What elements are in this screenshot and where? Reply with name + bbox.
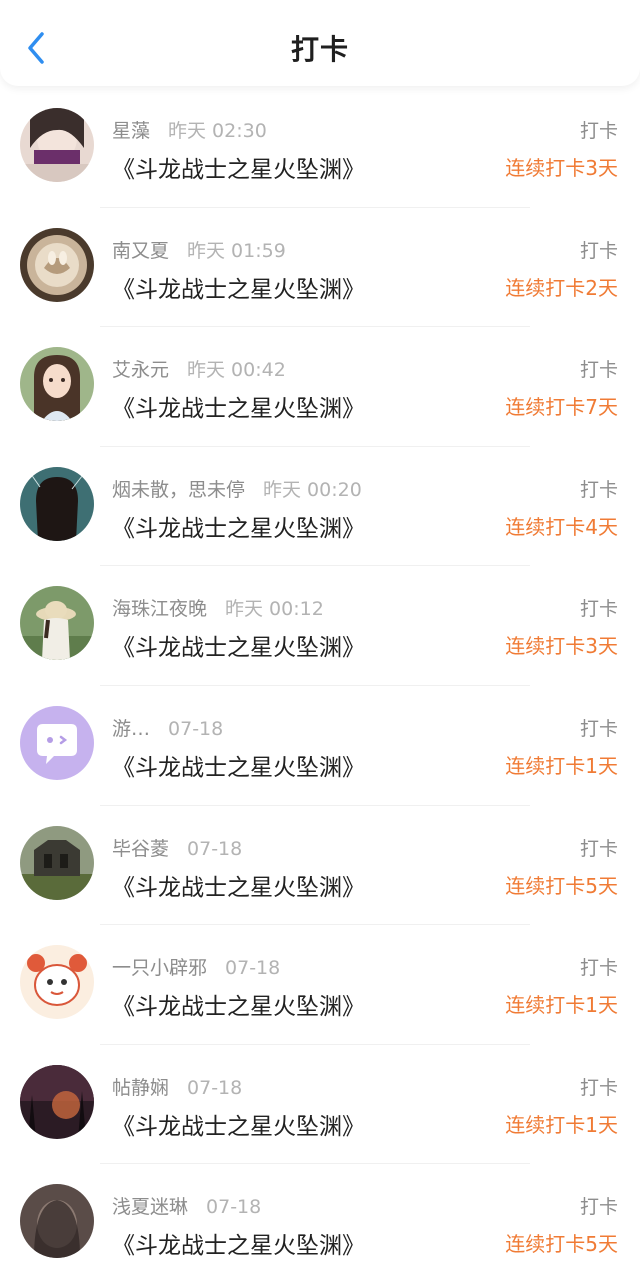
checkin-meta: 烟未散，思未停 昨天 00:20 <box>112 475 362 502</box>
checkin-meta: 毕谷菱 07-18 <box>112 834 242 861</box>
book-title[interactable]: 《斗龙战士之星火坠渊》 <box>112 150 365 184</box>
user-name[interactable]: 星藻 <box>112 120 150 142</box>
page-title: 打卡 <box>290 33 349 66</box>
streak-label: 连续打卡1天 <box>505 753 618 778</box>
user-name[interactable]: 海珠江夜晚 <box>112 598 207 620</box>
book-title[interactable]: 《斗龙战士之星火坠渊》 <box>112 270 365 304</box>
checkin-time: 昨天 01:59 <box>187 239 286 262</box>
streak-label: 连续打卡4天 <box>505 514 618 539</box>
checkin-time: 07-18 <box>187 837 243 860</box>
checkin-meta: 游… 07-18 <box>112 714 223 741</box>
streak-label: 连续打卡3天 <box>505 156 618 180</box>
checkin-label: 打卡 <box>579 239 618 262</box>
book-title[interactable]: 《斗龙战士之星火坠渊》 <box>112 1226 365 1260</box>
user-avatar[interactable] <box>20 466 94 541</box>
streak-label: 连续打卡5天 <box>505 873 618 898</box>
book-title[interactable]: 《斗龙战士之星火坠渊》 <box>112 868 365 902</box>
user-avatar[interactable] <box>20 586 94 661</box>
user-name[interactable]: 游… <box>112 718 150 740</box>
user-avatar[interactable] <box>20 945 94 1020</box>
book-title[interactable]: 《斗龙战士之星火坠渊》 <box>112 509 365 543</box>
checkin-meta: 帖静娴 07-18 <box>112 1073 242 1100</box>
streak-label: 连续打卡5天 <box>505 1232 618 1257</box>
checkin-time: 昨天 00:42 <box>187 359 286 382</box>
checkin-label: 打卡 <box>579 598 618 621</box>
checkin-meta: 南又夏 昨天 01:59 <box>112 236 286 263</box>
list-item[interactable]: 烟未散，思未停 昨天 00:20 《斗龙战士之星火坠渊》 打卡 连续打卡4天 <box>0 447 640 567</box>
list-item[interactable]: 海珠江夜晚 昨天 00:12 《斗龙战士之星火坠渊》 打卡 连续打卡3天 <box>0 566 640 686</box>
checkin-time: 07-18 <box>187 1076 243 1099</box>
streak-label: 连续打卡1天 <box>505 993 618 1018</box>
list-item[interactable]: 星藻 昨天 02:30 《斗龙战士之星火坠渊》 打卡 连续打卡3天 <box>0 88 640 208</box>
user-name[interactable]: 南又夏 <box>112 240 169 262</box>
checkin-meta: 一只小辟邪 07-18 <box>112 953 280 980</box>
checkin-meta: 艾永元 昨天 00:42 <box>112 355 286 382</box>
user-avatar[interactable] <box>20 825 94 900</box>
book-title[interactable]: 《斗龙战士之星火坠渊》 <box>112 987 365 1021</box>
checkin-list: 星藻 昨天 02:30 《斗龙战士之星火坠渊》 打卡 连续打卡3天 南又夏 昨天 0… <box>0 88 640 1284</box>
streak-label: 连续打卡3天 <box>505 634 618 659</box>
checkin-label: 打卡 <box>579 120 618 142</box>
user-avatar[interactable] <box>20 347 94 422</box>
list-item[interactable]: 毕谷菱 07-18 《斗龙战士之星火坠渊》 打卡 连续打卡5天 <box>0 806 640 926</box>
checkin-time: 07-18 <box>225 957 281 980</box>
checkin-time: 昨天 00:20 <box>263 478 362 501</box>
checkin-label: 打卡 <box>579 478 618 501</box>
book-title[interactable]: 《斗龙战士之星火坠渊》 <box>112 389 365 423</box>
checkin-label: 打卡 <box>579 717 618 740</box>
checkin-label: 打卡 <box>579 957 618 980</box>
checkin-meta: 海珠江夜晚 昨天 00:12 <box>112 594 324 621</box>
checkin-label: 打卡 <box>579 359 618 382</box>
list-item[interactable]: 一只小辟邪 07-18 《斗龙战士之星火坠渊》 打卡 连续打卡1天 <box>0 925 640 1045</box>
book-title[interactable]: 《斗龙战士之星火坠渊》 <box>112 748 365 782</box>
user-avatar[interactable] <box>20 227 94 302</box>
user-name[interactable]: 帖静娴 <box>112 1077 169 1099</box>
list-item[interactable]: 南又夏 昨天 01:59 《斗龙战士之星火坠渊》 打卡 连续打卡2天 <box>0 208 640 328</box>
user-name[interactable]: 毕谷菱 <box>112 838 169 860</box>
user-name[interactable]: 艾永元 <box>112 359 169 381</box>
checkin-label: 打卡 <box>579 1076 618 1099</box>
checkin-meta: 星藻 昨天 02:30 <box>112 116 267 143</box>
checkin-time: 昨天 00:12 <box>225 598 324 621</box>
user-name[interactable]: 一只小辟邪 <box>112 957 207 979</box>
user-avatar[interactable] <box>20 1064 94 1139</box>
checkin-time: 昨天 02:30 <box>168 120 267 142</box>
checkin-label: 打卡 <box>579 1196 618 1219</box>
streak-label: 连续打卡2天 <box>505 275 618 300</box>
checkin-meta: 浅夏迷琳 07-18 <box>112 1192 261 1219</box>
checkin-time: 07-18 <box>206 1196 262 1219</box>
checkin-time: 07-18 <box>168 717 224 740</box>
book-title[interactable]: 《斗龙战士之星火坠渊》 <box>112 1107 365 1141</box>
streak-label: 连续打卡1天 <box>505 1112 618 1137</box>
list-item[interactable]: 艾永元 昨天 00:42 《斗龙战士之星火坠渊》 打卡 连续打卡7天 <box>0 327 640 447</box>
user-avatar[interactable] <box>20 1184 94 1259</box>
checkin-label: 打卡 <box>579 837 618 860</box>
user-avatar[interactable] <box>20 108 94 182</box>
streak-label: 连续打卡7天 <box>505 395 618 420</box>
list-item[interactable]: 游… 07-18 《斗龙战士之星火坠渊》 打卡 连续打卡1天 <box>0 686 640 806</box>
user-name[interactable]: 烟未散，思未停 <box>112 479 245 501</box>
book-title[interactable]: 《斗龙战士之星火坠渊》 <box>112 628 365 662</box>
user-name[interactable]: 浅夏迷琳 <box>112 1196 188 1218</box>
top-bar: 打卡 <box>0 0 640 86</box>
list-item[interactable]: 浅夏迷琳 07-18 《斗龙战士之星火坠渊》 打卡 连续打卡5天 <box>0 1164 640 1284</box>
user-avatar[interactable] <box>20 705 94 780</box>
list-item[interactable]: 帖静娴 07-18 《斗龙战士之星火坠渊》 打卡 连续打卡1天 <box>0 1045 640 1165</box>
